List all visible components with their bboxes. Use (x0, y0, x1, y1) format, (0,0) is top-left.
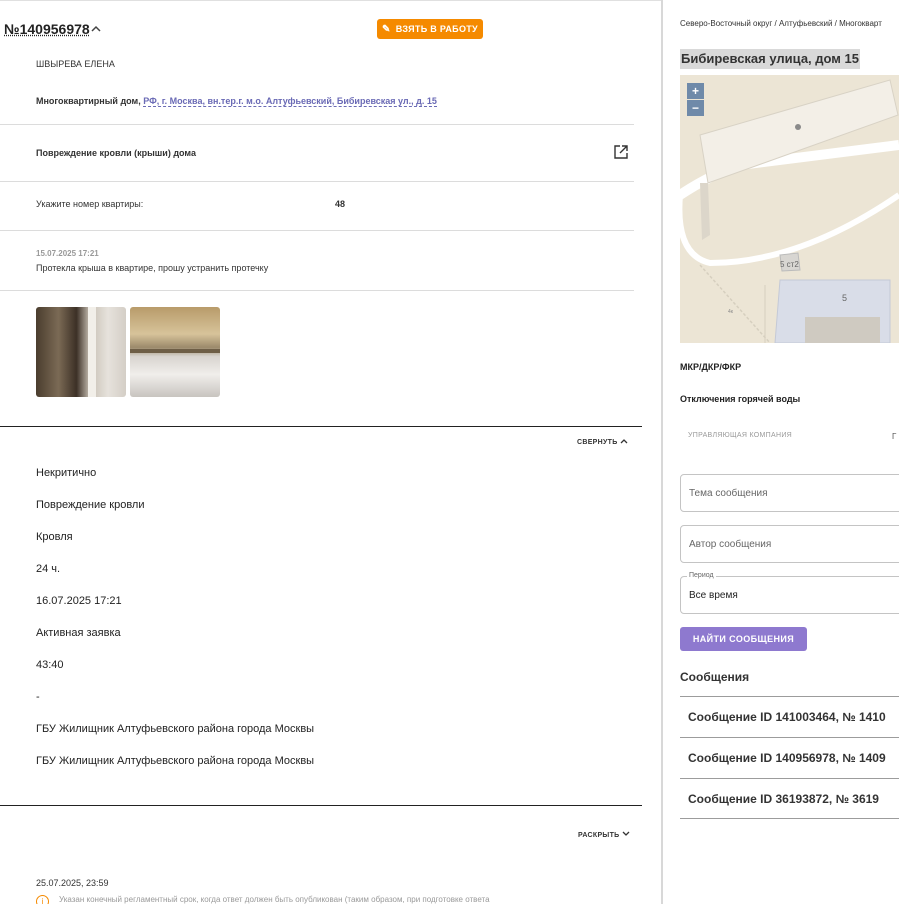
chevron-up-icon (620, 439, 628, 444)
ticket-panel: №140956978 ✎ ВЗЯТЬ В РАБОТУ ШВЫРЕВА ЕЛЕН… (0, 0, 662, 904)
detail-priority: Некритично (36, 467, 97, 479)
message-item[interactable]: Сообщение ID 36193872, № 3619 (680, 778, 899, 819)
deadline-date: 25.07.2025, 23:59 (36, 878, 109, 888)
apartment-value: 48 (335, 199, 346, 209)
deadline-note: i Указан конечный регламентный срок, ког… (36, 895, 490, 904)
zoom-out-button[interactable]: − (687, 100, 704, 116)
street-title: Бибиревская улица, дом 15 (680, 49, 860, 69)
detail-subcategory: Кровля (36, 531, 73, 543)
divider (0, 181, 634, 182)
message-text: Протекла крыша в квартире, прошу устрани… (36, 263, 269, 273)
section-divider (0, 426, 642, 427)
address-link[interactable]: РФ, г. Москва, вн.тер.г. м.о. Алтуфьевск… (143, 96, 437, 107)
message-item[interactable]: Сообщение ID 141003464, № 1410 (680, 696, 899, 737)
map-label-building-a: 5 ст2 (780, 260, 799, 269)
attachment-photo[interactable] (36, 307, 126, 397)
external-link-icon[interactable] (614, 145, 628, 159)
address: Многоквартирный дом, РФ, г. Москва, вн.т… (36, 96, 437, 107)
breadcrumb[interactable]: Северо-Восточный округ / Алтуфьевский / … (680, 19, 882, 28)
side-panel: Северо-Восточный округ / Алтуфьевский / … (663, 0, 899, 904)
ticket-number[interactable]: №140956978 (4, 21, 90, 37)
map-label-building-b: 5 (842, 293, 847, 303)
map-label-num: 4к (728, 309, 734, 315)
divider (0, 124, 634, 125)
message-item[interactable]: Сообщение ID 140956978, № 1409 (680, 737, 899, 778)
subject-input[interactable]: Тема сообщения (680, 474, 899, 512)
detail-empty: - (36, 691, 40, 703)
detail-timer: 43:40 (36, 659, 64, 671)
expand-button[interactable]: РАСКРЫТЬ (578, 831, 630, 839)
deadline-note-text: Указан конечный регламентный срок, когда… (59, 895, 490, 904)
detail-deadline-date: 16.07.2025 17:21 (36, 595, 122, 607)
message-datetime: 15.07.2025 17:21 (36, 249, 99, 258)
attachment-photo[interactable] (130, 307, 220, 397)
map-zoom-controls: + − (687, 83, 704, 117)
mkr-label: МКР/ДКР/ФКР (680, 362, 742, 372)
divider (0, 230, 634, 231)
pencil-icon: ✎ (382, 23, 391, 35)
ticket-details: Некритично Повреждение кровли Кровля 24 … (36, 467, 314, 787)
period-select[interactable]: Все время (680, 576, 899, 614)
management-company-value: Г (892, 432, 897, 441)
find-messages-button[interactable]: НАЙТИ СООБЩЕНИЯ (680, 627, 807, 651)
detail-responsible: ГБУ Жилищник Алтуфьевского района города… (36, 723, 315, 735)
management-company-label: УПРАВЛЯЮЩАЯ КОМПАНИЯ (688, 432, 793, 439)
chevron-down-icon (622, 831, 630, 836)
section-divider (0, 805, 642, 806)
hot-water-label: Отключения горячей воды (680, 394, 801, 404)
apartment-label: Укажите номер квартиры: (36, 199, 144, 209)
author-input[interactable]: Автор сообщения (680, 525, 899, 563)
messages-list: Сообщение ID 141003464, № 1410 Сообщение… (680, 696, 899, 819)
category-title: Повреждение кровли (крыши) дома (36, 148, 196, 158)
author-name: ШВЫРЕВА ЕЛЕНА (36, 59, 115, 69)
address-prefix: Многоквартирный дом, (36, 96, 141, 106)
collapse-label: СВЕРНУТЬ (577, 439, 618, 446)
expand-label: РАСКРЫТЬ (578, 832, 620, 839)
collapse-button[interactable]: СВЕРНУТЬ (577, 438, 628, 446)
detail-executor: ГБУ Жилищник Алтуфьевского района города… (36, 755, 315, 767)
zoom-in-button[interactable]: + (687, 83, 704, 99)
info-icon: i (36, 895, 49, 904)
take-into-work-label: ВЗЯТЬ В РАБОТУ (395, 24, 478, 34)
detail-deadline-hours: 24 ч. (36, 563, 61, 575)
take-into-work-button[interactable]: ✎ ВЗЯТЬ В РАБОТУ (377, 19, 483, 39)
chevron-up-icon[interactable] (91, 23, 101, 35)
detail-status: Активная заявка (36, 627, 121, 639)
detail-problem: Повреждение кровли (36, 499, 145, 511)
period-legend: Период (687, 572, 716, 579)
divider (0, 290, 634, 291)
map[interactable]: 5 ст2 5 4к + − (680, 75, 899, 343)
messages-title: Сообщения (680, 670, 750, 684)
